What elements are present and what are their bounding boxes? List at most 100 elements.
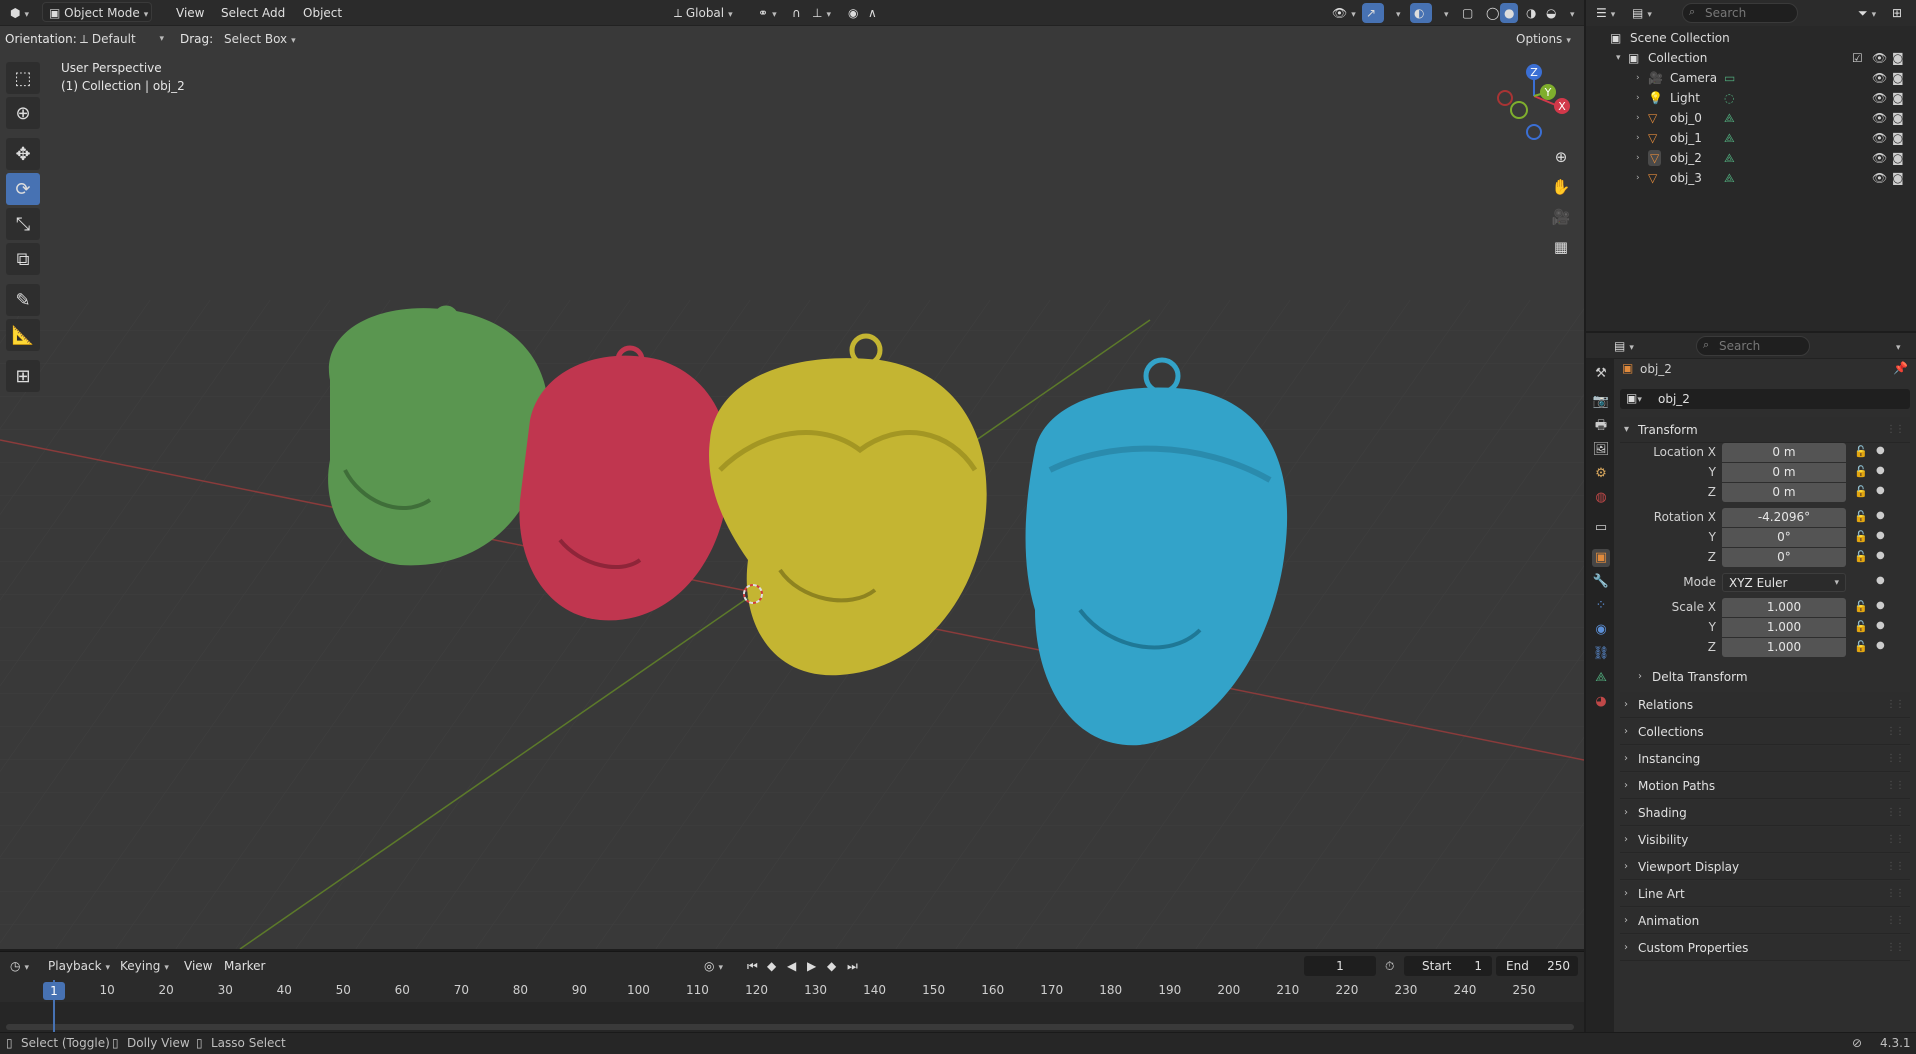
gizmo-dropdown[interactable]: ▾ (1386, 3, 1407, 23)
timeline-editor[interactable]: ◷ ▾ Playback ▾ Keying ▾ View Marker ◎ ▾ ⏮ ◆ … (0, 951, 1584, 1033)
outliner-collection[interactable]: ▾ ▣ Collection ☑ 👁 ◙ (1586, 48, 1916, 68)
lock-icon[interactable]: 🔓 (1854, 600, 1868, 613)
start-frame-field[interactable]: Start 1 (1404, 956, 1492, 976)
measure-tool[interactable]: 📐 (6, 319, 40, 351)
outliner-item-light[interactable]: › 💡 Light ◌ 👁 ◙ (1586, 88, 1916, 108)
outliner-editor-type[interactable]: ☰ ▾ (1590, 3, 1621, 23)
pin-icon[interactable]: 📌 (1893, 361, 1908, 375)
cursor-tool[interactable]: ⊕ (6, 97, 40, 129)
panel-motion-paths[interactable]: › Motion Paths ⋮⋮ (1620, 773, 1910, 799)
add-cube-tool[interactable]: ⊞ (6, 360, 40, 392)
drag-grip-icon[interactable]: ⋮⋮ (1886, 719, 1905, 745)
scale-tool[interactable]: ⤡ (6, 208, 40, 240)
lock-icon[interactable]: 🔓 (1854, 640, 1868, 653)
camera-render-icon[interactable]: ◙ (1892, 168, 1904, 188)
orientation-dropdown[interactable]: ⟂ Default ▾ (74, 29, 170, 49)
outliner-item-camera[interactable]: › 🎥 Camera ▭ 👁 ◙ (1586, 68, 1916, 88)
outliner-scene-collection[interactable]: ▣ Scene Collection (1586, 28, 1916, 48)
lock-icon[interactable]: 🔓 (1854, 530, 1868, 543)
keyframe-dot-icon[interactable]: ● (1876, 575, 1885, 586)
particles-tab-icon[interactable]: ⁘ (1592, 597, 1610, 615)
panel-shading[interactable]: › Shading ⋮⋮ (1620, 800, 1910, 826)
rotation-y-field[interactable]: 0° (1722, 528, 1846, 547)
panel-visibility[interactable]: › Visibility ⋮⋮ (1620, 827, 1910, 853)
rotation-z-field[interactable]: 0° (1722, 548, 1846, 567)
scale-x-field[interactable]: 1.000 (1722, 598, 1846, 617)
constraints-tab-icon[interactable]: ⛓ (1592, 645, 1610, 663)
menu-object[interactable]: Object (297, 3, 348, 23)
snap-target-button[interactable]: ⊥ ▾ (806, 3, 837, 23)
rotation-mode-dropdown[interactable]: XYZ Euler ▾ (1722, 573, 1846, 592)
drag-grip-icon[interactable]: ⋮⋮ (1886, 908, 1905, 934)
drag-grip-icon[interactable]: ⋮⋮ (1886, 692, 1905, 718)
eye-icon[interactable]: 👁 (1872, 88, 1887, 108)
visibility-button[interactable]: 👁 ▾ (1326, 3, 1362, 23)
keyframe-dot-icon[interactable]: ● (1876, 465, 1885, 476)
menu-view[interactable]: View (170, 3, 210, 23)
rotation-x-field[interactable]: -4.2096° (1722, 508, 1846, 527)
keyframe-dot-icon[interactable]: ● (1876, 485, 1885, 496)
scene-tab-icon[interactable]: ⚙ (1592, 465, 1610, 483)
drag-grip-icon[interactable]: ⋮⋮ (1886, 854, 1905, 880)
snap-toggle[interactable]: ∩ (786, 3, 807, 23)
3d-viewport[interactable]: Z Y X ⬢ ▾ ▣ Object Mode ▾ View Select Add … (0, 0, 1584, 949)
overlays-toggle[interactable]: ◐ (1410, 3, 1432, 23)
end-frame-field[interactable]: End 250 (1496, 956, 1578, 976)
drag-grip-icon[interactable]: ⋮⋮ (1886, 935, 1905, 961)
annotate-tool[interactable]: ✎ (6, 284, 40, 316)
auto-keying-toggle[interactable]: ◎ ▾ (698, 956, 729, 976)
timeline-editor-type[interactable]: ◷ ▾ (4, 956, 35, 976)
keyframe-dot-icon[interactable]: ● (1876, 445, 1885, 456)
outliner-item-obj_2[interactable]: › ▽ obj_2 ⟁ 👁 ◙ (1586, 148, 1916, 168)
eye-icon[interactable]: 👁 (1872, 148, 1887, 168)
transform-tool[interactable]: ⧉ (6, 243, 40, 275)
keyframe-dot-icon[interactable]: ● (1876, 640, 1885, 651)
lock-icon[interactable]: 🔓 (1854, 485, 1868, 498)
properties-search-input[interactable]: Search (1696, 336, 1810, 356)
eye-icon[interactable]: 👁 (1872, 128, 1887, 148)
overlays-dropdown[interactable]: ▾ (1434, 3, 1455, 23)
lock-icon[interactable]: 🔓 (1854, 550, 1868, 563)
camera-render-icon[interactable]: ◙ (1892, 148, 1904, 168)
drag-grip-icon[interactable]: ⋮⋮ (1886, 800, 1905, 826)
zoom-button[interactable]: ⊕ (1548, 144, 1574, 170)
outliner-search-input[interactable]: Search (1682, 3, 1798, 23)
menu-add[interactable]: Add (256, 3, 291, 23)
filter-button[interactable]: ⏷ ▾ (1852, 3, 1882, 23)
camera-render-icon[interactable]: ◙ (1892, 68, 1904, 88)
outliner-item-obj_3[interactable]: › ▽ obj_3 ⟁ 👁 ◙ (1586, 168, 1916, 188)
pivot-point-button[interactable]: ⚭ ▾ (752, 3, 783, 23)
material-tab-icon[interactable]: ◕ (1592, 693, 1610, 711)
camera-view-button[interactable]: 🎥 (1548, 204, 1574, 230)
viewport-scene[interactable]: Z Y X (0, 0, 1584, 949)
render-tab-icon[interactable]: 📷 (1592, 393, 1610, 411)
output-tab-icon[interactable]: 🖶 (1592, 417, 1610, 435)
keyframe-dot-icon[interactable]: ● (1876, 510, 1885, 521)
new-collection-button[interactable]: ⊞ (1888, 3, 1906, 23)
jump-end-button[interactable]: ⏭ (844, 956, 861, 976)
scale-y-field[interactable]: 1.000 (1722, 618, 1846, 637)
keying-menu[interactable]: Keying ▾ (114, 956, 175, 976)
options-dropdown[interactable]: Options ▾ (1510, 29, 1577, 49)
outliner-item-obj_1[interactable]: › ▽ obj_1 ⟁ 👁 ◙ (1586, 128, 1916, 148)
drag-grip-icon[interactable]: ⋮⋮ (1886, 746, 1905, 772)
lock-icon[interactable]: 🔓 (1854, 465, 1868, 478)
delta-transform-subpanel[interactable]: › Delta Transform (1634, 664, 1910, 690)
drag-grip-icon[interactable]: ⋮⋮ (1886, 773, 1905, 799)
drag-grip-icon[interactable]: ⋮⋮ (1886, 827, 1905, 853)
gizmo-toggle[interactable]: ↗ (1362, 3, 1384, 23)
eye-icon[interactable]: 👁 (1872, 108, 1887, 128)
checkbox-icon[interactable]: ☑ (1852, 48, 1863, 68)
playhead-frame-label[interactable]: 1 (43, 982, 65, 1000)
mode-dropdown[interactable]: ▣ Object Mode ▾ (42, 2, 152, 22)
navigation-gizmo[interactable]: Z Y X (1497, 64, 1570, 140)
jump-start-button[interactable]: ⏮ (744, 956, 761, 976)
scale-z-field[interactable]: 1.000 (1722, 638, 1846, 657)
outliner-item-obj_0[interactable]: › ▽ obj_0 ⟁ 👁 ◙ (1586, 108, 1916, 128)
tool-tab-icon[interactable]: ⚒ (1592, 365, 1610, 383)
drag-dropdown[interactable]: Select Box ▾ (218, 29, 296, 49)
panel-custom-properties[interactable]: › Custom Properties ⋮⋮ (1620, 935, 1910, 961)
select-box-tool[interactable]: ⬚ (6, 62, 40, 94)
properties-options-dropdown[interactable]: ▾ (1886, 336, 1907, 356)
eye-icon[interactable]: 👁 (1872, 48, 1887, 68)
